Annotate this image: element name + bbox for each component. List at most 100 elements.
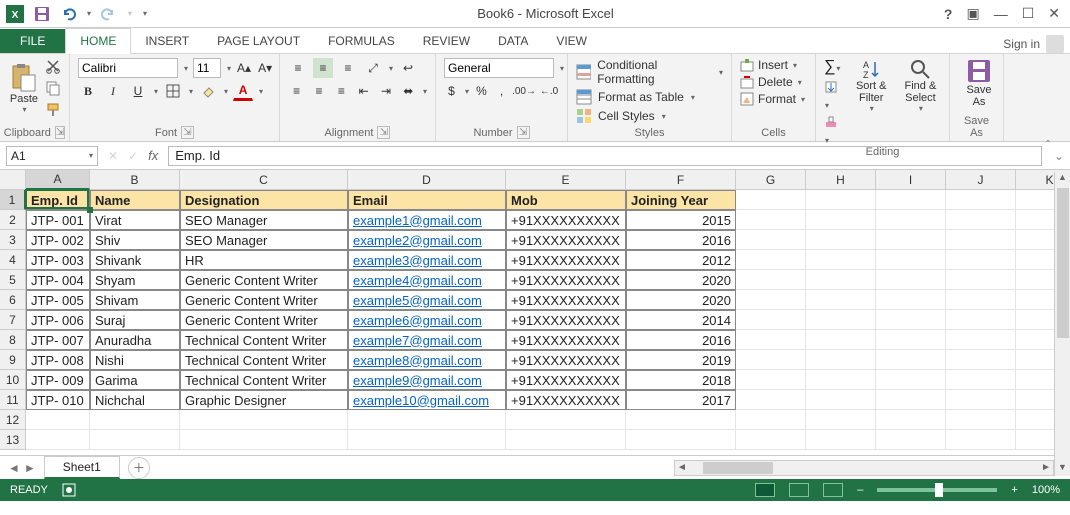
cell[interactable]: Generic Content Writer [180,290,348,310]
align-center-icon[interactable]: ≡ [310,81,327,101]
cell[interactable]: 2016 [626,230,736,250]
font-size-combo[interactable] [193,58,221,78]
cell[interactable]: Garima [90,370,180,390]
column-header[interactable]: J [946,170,1016,190]
cell[interactable]: +91XXXXXXXXXX [506,330,626,350]
cell[interactable] [736,290,806,310]
spreadsheet-grid[interactable]: ABCDEFGHIJK 12345678910111213 Emp. IdNam… [0,170,1070,455]
cell[interactable]: example6@gmail.com [348,310,506,330]
tab-formulas[interactable]: FORMULAS [314,29,409,53]
cell[interactable]: example8@gmail.com [348,350,506,370]
merge-center-icon[interactable]: ⬌ [400,81,417,101]
cell[interactable] [806,290,876,310]
font-family-dropdown[interactable]: ▾ [184,64,188,73]
cell[interactable]: SEO Manager [180,230,348,250]
new-sheet-button[interactable]: ＋ [128,457,150,479]
tab-page-layout[interactable]: PAGE LAYOUT [203,29,314,53]
row-header[interactable]: 12 [0,410,26,430]
cell[interactable]: +91XXXXXXXXXX [506,310,626,330]
cell[interactable] [736,350,806,370]
row-header[interactable]: 3 [0,230,26,250]
column-header[interactable]: D [348,170,506,190]
tab-view[interactable]: VIEW [542,29,601,53]
cell[interactable]: 2012 [626,250,736,270]
cell[interactable] [806,410,876,430]
redo-dropdown[interactable]: ▾ [128,9,132,18]
cell[interactable]: Shivank [90,250,180,270]
sheet-nav-next-icon[interactable]: ► [24,461,36,475]
row-header[interactable]: 11 [0,390,26,410]
cell[interactable]: Mob [506,190,626,210]
cell[interactable]: Shyam [90,270,180,290]
row-header[interactable]: 10 [0,370,26,390]
row-header[interactable]: 8 [0,330,26,350]
increase-decimal-icon[interactable]: .00→ [514,81,534,101]
cell[interactable] [876,310,946,330]
clipboard-dialog-launcher[interactable]: ⇲ [55,126,65,139]
format-as-table-button[interactable]: Format as Table▾ [576,89,723,105]
cell[interactable]: Nichchal [90,390,180,410]
cell[interactable]: JTP- 009 [26,370,90,390]
tab-file[interactable]: FILE [0,29,65,53]
sheet-nav-prev-icon[interactable]: ◄ [8,461,20,475]
clear-icon[interactable]: ▾ [824,115,843,146]
cell[interactable] [946,290,1016,310]
cell[interactable] [946,430,1016,450]
cell[interactable] [806,190,876,210]
cell[interactable] [876,250,946,270]
merge-dropdown[interactable]: ▾ [423,87,427,96]
row-header[interactable]: 7 [0,310,26,330]
cell[interactable]: 2020 [626,290,736,310]
cell[interactable] [90,410,180,430]
cell[interactable] [626,410,736,430]
insert-cells-button[interactable]: Insert▾ [740,58,807,72]
number-format-combo[interactable] [444,58,554,78]
row-header[interactable]: 9 [0,350,26,370]
cell[interactable] [946,310,1016,330]
cell-styles-button[interactable]: Cell Styles▾ [576,108,723,124]
decrease-indent-icon[interactable]: ⇤ [355,81,372,101]
conditional-formatting-button[interactable]: Conditional Formatting▾ [576,58,723,86]
tab-data[interactable]: DATA [484,29,542,53]
cell[interactable] [876,190,946,210]
cell[interactable]: Name [90,190,180,210]
save-icon[interactable] [34,6,50,22]
cell[interactable]: 2016 [626,330,736,350]
cell[interactable]: example7@gmail.com [348,330,506,350]
cell[interactable] [876,230,946,250]
cell[interactable]: 2018 [626,370,736,390]
cell[interactable] [348,410,506,430]
tab-insert[interactable]: INSERT [131,29,203,53]
borders-button[interactable] [163,81,183,101]
cell[interactable]: Shivam [90,290,180,310]
decrease-decimal-icon[interactable]: ←.0 [539,81,559,101]
cell[interactable]: Joining Year [626,190,736,210]
cell[interactable]: Suraj [90,310,180,330]
tab-review[interactable]: REVIEW [409,29,484,53]
zoom-out-button[interactable]: – [857,484,863,496]
cell[interactable] [806,250,876,270]
collapse-ribbon-icon[interactable]: ˆ [1046,138,1050,152]
page-layout-view-icon[interactable] [789,483,809,497]
cell[interactable] [946,230,1016,250]
cell[interactable] [736,190,806,210]
increase-font-icon[interactable]: A▴ [236,58,252,78]
column-header[interactable]: C [180,170,348,190]
cell[interactable]: JTP- 008 [26,350,90,370]
number-dialog-launcher[interactable]: ⇲ [517,126,530,139]
cell[interactable]: Technical Content Writer [180,330,348,350]
cell[interactable] [348,430,506,450]
cell[interactable] [876,350,946,370]
cell[interactable]: JTP- 010 [26,390,90,410]
cell[interactable] [946,270,1016,290]
cell[interactable]: 2015 [626,210,736,230]
cell[interactable] [946,330,1016,350]
column-header[interactable]: I [876,170,946,190]
cell[interactable]: +91XXXXXXXXXX [506,270,626,290]
cell[interactable] [736,250,806,270]
align-bottom-icon[interactable]: ≡ [338,58,358,78]
name-box[interactable]: A1▾ [6,146,98,166]
accounting-format-icon[interactable]: $ [444,81,459,101]
cell[interactable]: +91XXXXXXXXXX [506,290,626,310]
font-family-combo[interactable] [78,58,178,78]
